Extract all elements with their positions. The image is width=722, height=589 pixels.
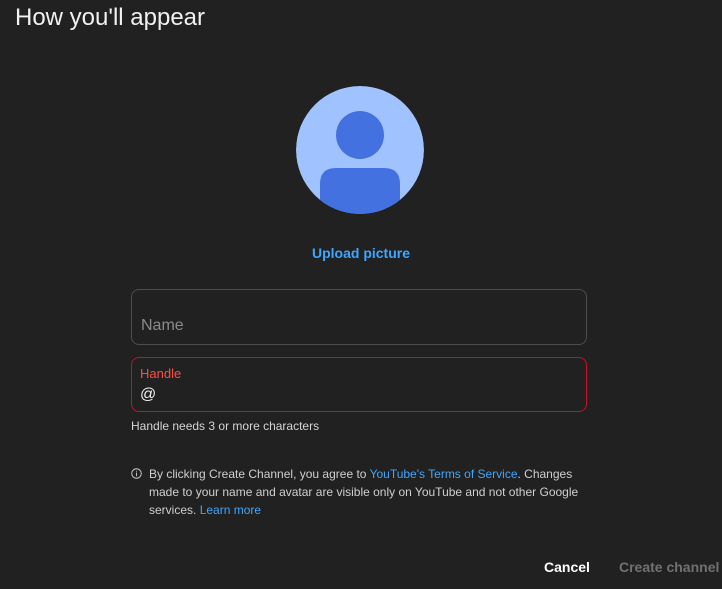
handle-label: Handle [140, 366, 182, 381]
terms-notice: By clicking Create Channel, you agree to… [131, 465, 591, 519]
info-icon [131, 468, 142, 479]
handle-at-prefix: @ [140, 386, 157, 403]
create-channel-dialog: How you'll appear Upload picture Name Ha… [0, 0, 722, 589]
terms-text: By clicking Create Channel, you agree to… [149, 465, 591, 519]
create-channel-button[interactable]: Create channel [619, 559, 719, 575]
default-person-avatar-icon [296, 86, 424, 214]
terms-of-service-link[interactable]: YouTube's Terms of Service [370, 467, 518, 481]
learn-more-link[interactable]: Learn more [200, 503, 261, 517]
name-placeholder: Name [141, 317, 184, 334]
handle-field[interactable]: Handle @ [131, 357, 587, 412]
upload-picture-link[interactable]: Upload picture [0, 245, 722, 261]
terms-text-before: By clicking Create Channel, you agree to [149, 467, 370, 481]
cancel-button[interactable]: Cancel [544, 559, 590, 575]
avatar[interactable] [296, 86, 424, 214]
handle-error-message: Handle needs 3 or more characters [131, 419, 320, 433]
name-field[interactable]: Name [131, 289, 587, 345]
dialog-title: How you'll appear [15, 4, 206, 31]
